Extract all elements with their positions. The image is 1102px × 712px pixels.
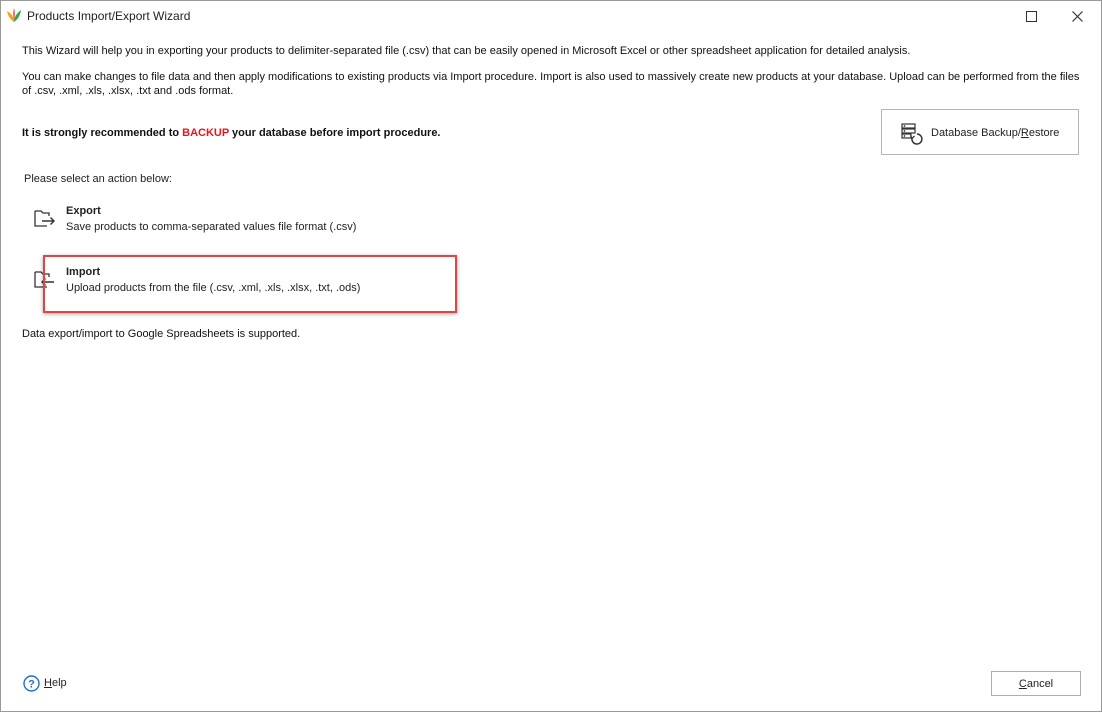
export-action[interactable]: Export Save products to comma-separated … bbox=[31, 203, 451, 247]
backup-label-accesskey: R bbox=[1020, 127, 1029, 139]
help-label-rest: elp bbox=[51, 677, 67, 689]
export-title: Export bbox=[66, 205, 101, 217]
backup-label-pre: Database Backup/ bbox=[931, 127, 1021, 139]
backup-warning-suffix: your database before import procedure. bbox=[229, 127, 441, 139]
select-action-label: Please select an action below: bbox=[24, 173, 172, 185]
intro-import-text: You can make changes to file data and th… bbox=[22, 71, 1080, 97]
maximize-icon bbox=[1025, 10, 1037, 22]
backup-warning-highlight: BACKUP bbox=[182, 127, 229, 139]
window-title: Products Import/Export Wizard bbox=[27, 9, 191, 23]
folder-export-icon bbox=[34, 210, 55, 227]
close-icon bbox=[1071, 10, 1083, 22]
app-logo-icon bbox=[7, 8, 21, 22]
svg-text:?: ? bbox=[28, 679, 35, 691]
database-backup-restore-button[interactable]: Database Backup/Restore bbox=[881, 109, 1079, 155]
google-spreadsheets-note: Data export/import to Google Spreadsheet… bbox=[22, 328, 301, 340]
export-description: Save products to comma-separated values … bbox=[66, 221, 357, 233]
close-button[interactable] bbox=[1054, 1, 1100, 31]
help-accesskey: H bbox=[44, 677, 52, 689]
backup-label-post: estore bbox=[1028, 127, 1060, 139]
wizard-window: Products Import/Export Wizard This Wizar… bbox=[0, 0, 1102, 712]
database-restore-icon bbox=[901, 123, 923, 145]
backup-button-label: Database Backup/Restore bbox=[931, 127, 1059, 139]
backup-warning-prefix: It is strongly recommended to bbox=[22, 127, 183, 139]
title-bar: Products Import/Export Wizard bbox=[1, 1, 1101, 31]
cancel-button[interactable]: Cancel bbox=[991, 671, 1081, 696]
import-highlight-frame bbox=[43, 255, 457, 313]
intro-export-text: This Wizard will help you in exporting y… bbox=[22, 45, 911, 57]
help-label: Help bbox=[44, 677, 67, 689]
cancel-accesskey: C bbox=[1018, 677, 1027, 690]
cancel-label-rest: ancel bbox=[1026, 677, 1054, 690]
help-icon: ? bbox=[23, 675, 40, 692]
maximize-button[interactable] bbox=[1008, 1, 1054, 31]
backup-warning: It is strongly recommended to BACKUP you… bbox=[22, 127, 441, 141]
